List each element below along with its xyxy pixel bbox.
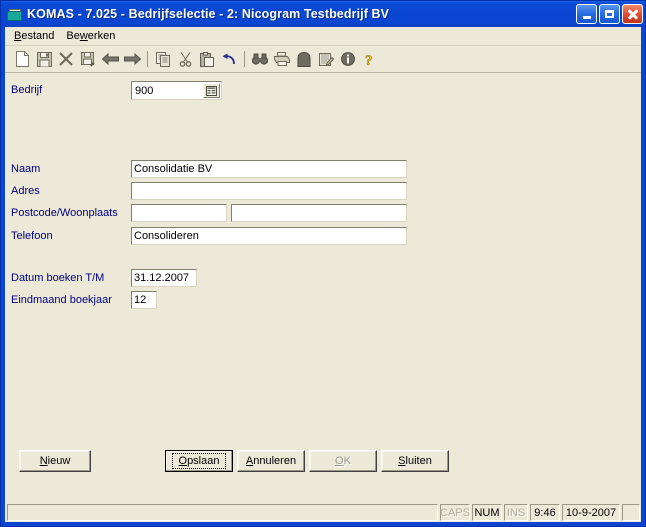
menu-bar: Bestand Bewerken: [5, 27, 641, 46]
label-eindmaand-boekjaar: Eindmaand boekjaar: [11, 294, 112, 306]
save-as-icon[interactable]: [77, 48, 99, 70]
print-preview-icon[interactable]: [293, 48, 315, 70]
ok-button: OK: [309, 450, 377, 472]
copy-icon[interactable]: [152, 48, 174, 70]
status-bar: CAPS NUM INS 9:46 10-9-2007: [5, 502, 641, 522]
status-ins: INS: [504, 504, 528, 521]
bedrijf-value[interactable]: 900: [132, 84, 203, 98]
title-bar[interactable]: KOMAS - 7.025 - Bedrijfselectie - 2: Nic…: [1, 1, 645, 27]
toolbar: ?: [5, 46, 641, 73]
delete-icon[interactable]: [55, 48, 77, 70]
sluiten-button-label: Sluiten: [398, 455, 432, 467]
status-message: [7, 504, 438, 521]
help-icon[interactable]: ?: [359, 48, 381, 70]
annuleren-button-label: Annuleren: [245, 455, 297, 467]
close-button[interactable]: [622, 4, 643, 24]
telefoon-input[interactable]: Consolideren: [131, 227, 407, 245]
nieuw-button[interactable]: Nieuw: [19, 450, 91, 472]
paste-icon[interactable]: [196, 48, 218, 70]
nieuw-button-label: Nieuw: [39, 455, 71, 467]
naam-input[interactable]: Consolidatie BV: [131, 160, 407, 178]
status-time: 9:46: [530, 504, 560, 521]
woonplaats-input[interactable]: [231, 204, 407, 222]
postcode-input[interactable]: [131, 204, 227, 222]
form-area: Bedrijf 900 Naam Consolidatie BV Adres P…: [5, 73, 641, 502]
label-bedrijf: Bedrijf: [11, 84, 43, 96]
status-num: NUM: [472, 504, 502, 521]
info-icon[interactable]: [337, 48, 359, 70]
list-lookup-icon[interactable]: [203, 83, 220, 98]
window-title: KOMAS - 7.025 - Bedrijfselectie - 2: Nic…: [27, 7, 390, 21]
label-telefoon: Telefoon: [11, 230, 53, 242]
bedrijf-field-wrapper[interactable]: 900: [131, 81, 222, 100]
eindmaand-boekjaar-input[interactable]: 12: [131, 291, 157, 309]
sluiten-button[interactable]: Sluiten: [381, 450, 449, 472]
label-adres: Adres: [11, 185, 40, 197]
forward-arrow-icon[interactable]: [121, 48, 143, 70]
menu-item-bewerken[interactable]: Bewerken: [63, 29, 124, 43]
label-postcode-woonplaats: Postcode/Woonplaats: [11, 207, 118, 219]
save-icon[interactable]: [33, 48, 55, 70]
client-area: Bestand Bewerken ? Bedrijf 900 Naam Cons…: [5, 27, 641, 522]
opslaan-button[interactable]: Opslaan: [165, 450, 233, 472]
minimize-button[interactable]: [576, 4, 597, 24]
find-icon[interactable]: [249, 48, 271, 70]
close-icon: [627, 9, 638, 20]
label-naam: Naam: [11, 163, 41, 175]
status-trailing: [622, 504, 640, 521]
separator-2: [244, 51, 245, 67]
ok-button-label: OK: [335, 455, 351, 467]
menu-item-bestand[interactable]: Bestand: [11, 29, 63, 43]
label-datum-boeken: Datum boeken T/M: [11, 272, 105, 284]
svg-text:?: ?: [365, 53, 373, 67]
status-date: 10-9-2007: [562, 504, 620, 521]
status-caps: CAPS: [440, 504, 470, 521]
annuleren-button[interactable]: Annuleren: [237, 450, 305, 472]
undo-icon[interactable]: [218, 48, 240, 70]
minimize-icon: [582, 16, 591, 19]
datum-boeken-input[interactable]: 31.12.2007: [131, 269, 197, 287]
new-icon[interactable]: [11, 48, 33, 70]
cut-icon[interactable]: [174, 48, 196, 70]
application-window: KOMAS - 7.025 - Bedrijfselectie - 2: Nic…: [0, 0, 646, 527]
adres-input[interactable]: [131, 182, 407, 200]
print-icon[interactable]: [271, 48, 293, 70]
maximize-button[interactable]: [599, 4, 620, 24]
back-arrow-icon[interactable]: [99, 48, 121, 70]
maximize-icon: [605, 10, 614, 18]
opslaan-button-label: Opslaan: [171, 453, 227, 469]
edit-icon[interactable]: [315, 48, 337, 70]
app-folder-icon: [6, 7, 22, 22]
window-controls: [576, 4, 643, 24]
separator-1: [147, 51, 148, 67]
